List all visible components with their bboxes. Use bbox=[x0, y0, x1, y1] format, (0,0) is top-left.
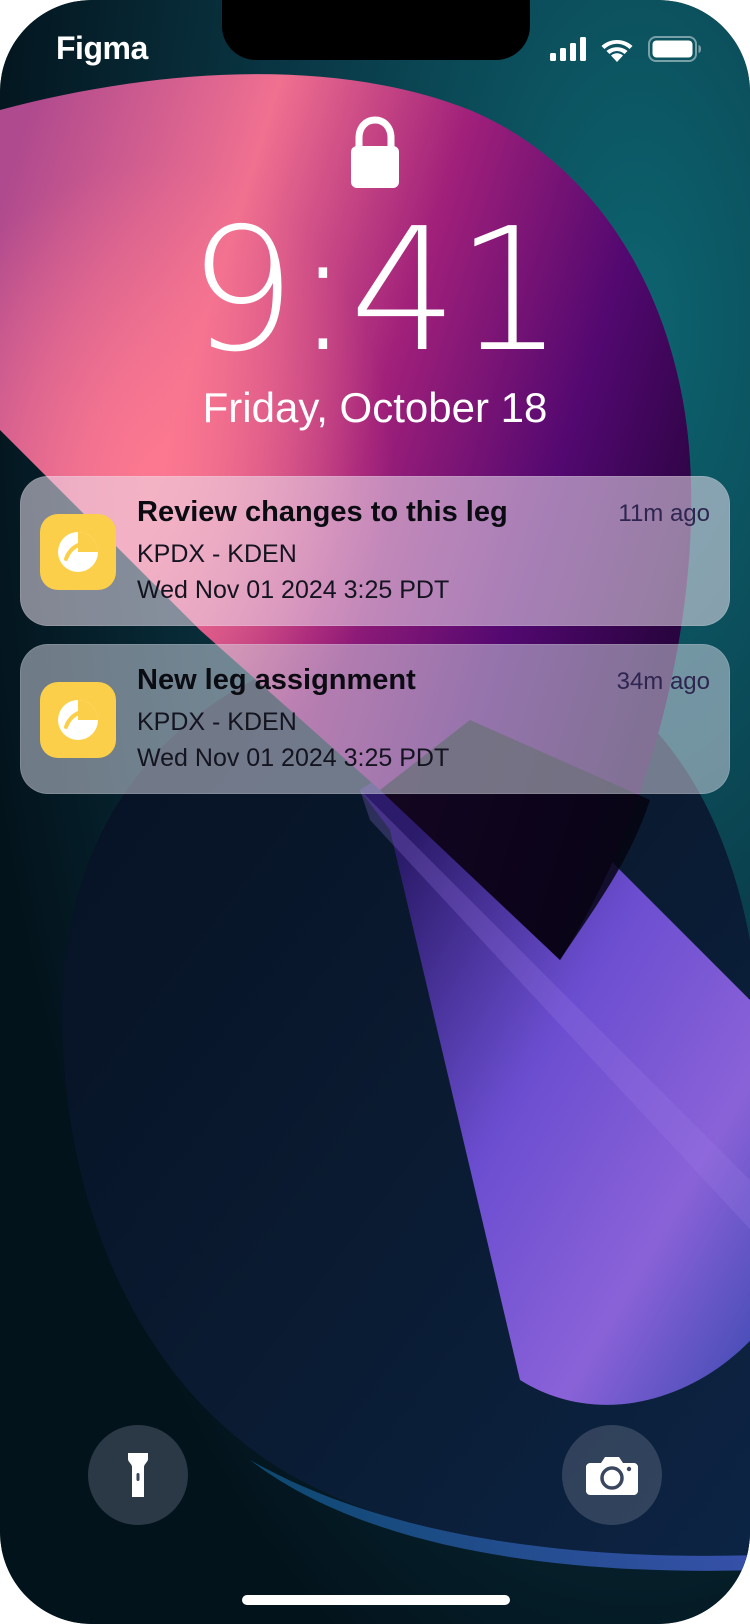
notification-time: 34m ago bbox=[616, 668, 710, 695]
flashlight-button[interactable] bbox=[88, 1425, 188, 1525]
wifi-icon bbox=[601, 39, 633, 62]
arrow-compass-icon bbox=[58, 700, 98, 740]
notch bbox=[222, 0, 530, 60]
cellular-signal-icon bbox=[550, 37, 586, 61]
notification-title: New leg assignment bbox=[137, 664, 416, 696]
notification-time: 11m ago bbox=[618, 500, 710, 527]
status-bar-app-name: Figma bbox=[56, 30, 148, 66]
camera-icon bbox=[586, 1457, 638, 1495]
lock-screen-date: Friday, October 18 bbox=[202, 384, 548, 431]
lock-icon bbox=[351, 116, 399, 188]
flight-app-icon bbox=[40, 682, 116, 758]
arrow-compass-icon bbox=[58, 532, 98, 572]
notification-datetime: Wed Nov 01 2024 3:25 PDT bbox=[137, 576, 450, 604]
battery-icon bbox=[648, 36, 701, 62]
notification-card[interactable]: Review changes to this leg 11m ago KPDX … bbox=[20, 476, 730, 626]
notification-title: Review changes to this leg bbox=[137, 496, 508, 528]
notification-card[interactable]: New leg assignment 34m ago KPDX - KDEN W… bbox=[20, 644, 730, 794]
notification-route: KPDX - KDEN bbox=[137, 540, 297, 568]
notification-route: KPDX - KDEN bbox=[137, 708, 297, 736]
notification-datetime: Wed Nov 01 2024 3:25 PDT bbox=[137, 744, 450, 772]
home-indicator[interactable] bbox=[242, 1595, 510, 1605]
lock-screen-time: 9:41 bbox=[188, 192, 564, 390]
flashlight-icon bbox=[128, 1453, 148, 1497]
status-icons bbox=[550, 36, 702, 62]
flight-app-icon bbox=[40, 514, 116, 590]
lock-screen: Figma 9:41 Friday, October 18 Review cha… bbox=[0, 0, 750, 1624]
camera-button[interactable] bbox=[562, 1425, 662, 1525]
